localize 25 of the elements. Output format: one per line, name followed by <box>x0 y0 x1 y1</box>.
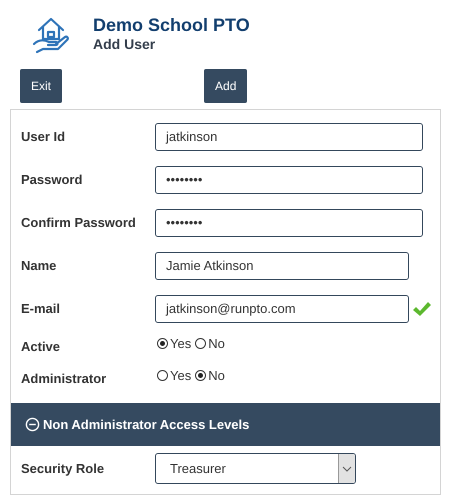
field-label: Name <box>21 258 58 273</box>
chevron-down-icon <box>342 466 352 472</box>
input-field[interactable]: •••••••• <box>155 208 423 236</box>
collapse-icon <box>25 417 40 432</box>
field-label: Confirm Password <box>21 215 137 230</box>
add-button[interactable]: Add <box>204 69 248 103</box>
radio-option[interactable]: Yes <box>157 368 192 382</box>
field-label: Security Role <box>21 461 106 476</box>
field-label: E-mail <box>21 301 62 316</box>
field-label: Password <box>21 172 84 187</box>
input-field[interactable]: Jamie Atkinson <box>155 252 409 280</box>
app-title: Demo School PTO <box>93 15 250 36</box>
section-header[interactable]: Non Administrator Access Levels <box>11 403 440 446</box>
dropdown[interactable]: Treasurer <box>155 453 356 484</box>
page-title: Add User <box>93 36 156 53</box>
exit-button[interactable]: Exit <box>20 69 62 103</box>
field-label: Administrator <box>21 370 108 386</box>
field-label: User Id <box>21 129 66 144</box>
radio-option[interactable]: Yes <box>157 336 192 350</box>
input-field[interactable]: jatkinson@runpto.com <box>155 294 409 322</box>
radio-option[interactable]: No <box>195 368 225 382</box>
input-field[interactable]: jatkinson <box>155 122 423 150</box>
radio-option[interactable]: No <box>195 336 225 350</box>
input-field[interactable]: •••••••• <box>155 166 423 194</box>
field-label: Active <box>21 338 62 354</box>
